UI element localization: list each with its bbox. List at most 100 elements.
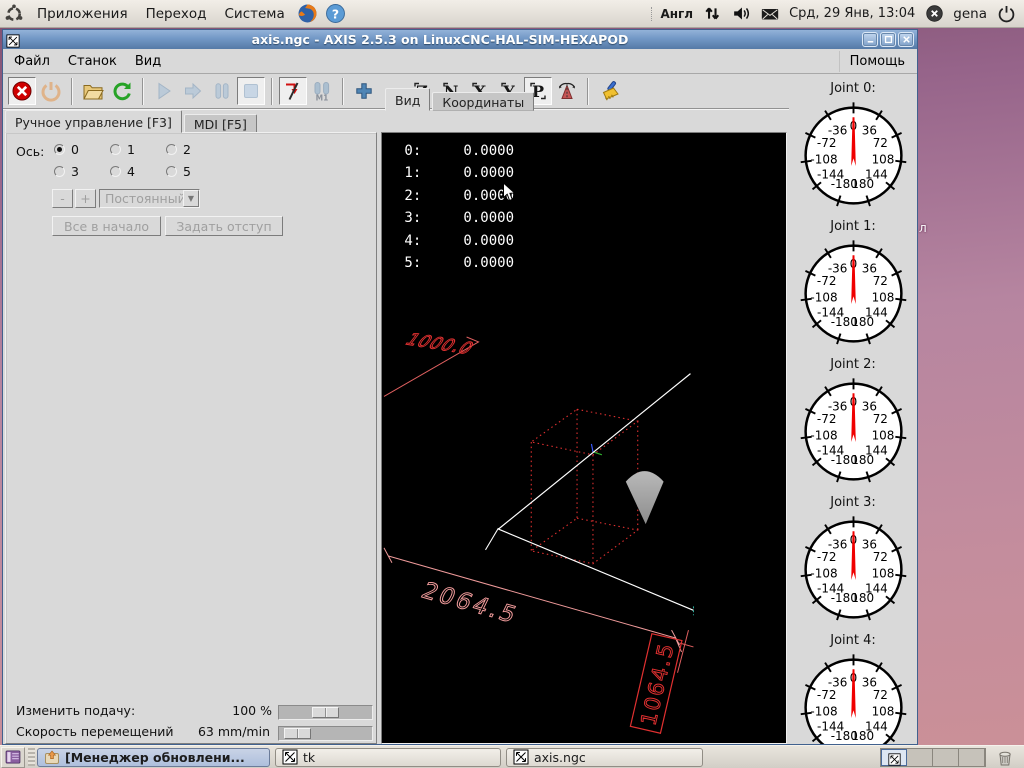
user-name[interactable]: gena <box>953 6 987 22</box>
dimension-upper-text: 1000.0 <box>401 330 479 358</box>
optional-pause-icon: M1 <box>311 80 333 102</box>
feed-override-slider-handle[interactable] <box>312 707 339 718</box>
minimize-button[interactable] <box>862 32 878 47</box>
axis-radio-circle-3[interactable] <box>54 166 65 177</box>
estop-icon <box>11 80 33 102</box>
joint-0-gauge: Joint 0: 03672108144180-36-72-108-144-180 <box>789 81 917 212</box>
tab-manual-control[interactable]: Ручное управление [F3] <box>5 110 182 133</box>
help-launcher-icon[interactable]: ? <box>325 3 347 25</box>
pause-program-button[interactable] <box>208 77 236 105</box>
mail-notification-icon[interactable] <box>760 4 780 24</box>
keyboard-layout-indicator[interactable]: Англ <box>651 7 693 21</box>
backplot-canvas[interactable]: 0: 0.0000 1: 0.0000 2: 0.0000 3: 0.0000 … <box>381 132 787 744</box>
tab-preview[interactable]: Вид <box>385 88 430 111</box>
tab-mdi[interactable]: MDI [F5] <box>184 114 257 133</box>
axis-radio-label-1: 1 <box>127 142 135 157</box>
menu-file[interactable]: Файл <box>5 51 59 72</box>
clock[interactable]: Срд, 29 Янв, 13:04 <box>789 6 915 21</box>
joint-1-gauge: Joint 1:03672108144180-36-72-108-144-180 <box>789 219 917 350</box>
skip-lines-button[interactable] <box>279 77 307 105</box>
step-program-icon <box>182 80 204 102</box>
stop-program-button[interactable] <box>237 77 265 105</box>
axis-radio-4[interactable]: 4 <box>110 164 166 179</box>
workspace-4[interactable] <box>959 749 985 766</box>
firefox-launcher-icon[interactable] <box>297 3 319 25</box>
taskbar-window-1[interactable]: tk <box>275 748 501 767</box>
reload-file-icon <box>111 80 133 102</box>
jog-minus-button[interactable]: - <box>52 189 73 208</box>
menu-view[interactable]: Вид <box>126 51 170 72</box>
svg-text:108: 108 <box>871 566 894 580</box>
menu-system[interactable]: Система <box>216 2 294 26</box>
workspace-switcher[interactable] <box>880 748 986 767</box>
axis-radio-2[interactable]: 2 <box>166 142 222 157</box>
clear-plot-button[interactable] <box>595 77 623 105</box>
workspace-1[interactable] <box>881 749 907 766</box>
svg-text:108: 108 <box>871 290 894 304</box>
axis-radio-circle-5[interactable] <box>166 166 177 177</box>
workspace-2[interactable] <box>907 749 933 766</box>
taskbar-drag-handle[interactable] <box>28 748 35 766</box>
machine-power-button[interactable] <box>37 77 65 105</box>
axis-radio-circle-0[interactable] <box>54 144 65 155</box>
axis-radio-3[interactable]: 3 <box>54 164 110 179</box>
menu-applications[interactable]: Приложения <box>28 2 137 26</box>
show-desktop-icon[interactable] <box>1 747 25 768</box>
axis-radio-0[interactable]: 0 <box>54 142 110 157</box>
desktop: л Приложения Переход Система ? Англ Срд,… <box>0 0 1024 768</box>
menu-help[interactable]: Помощь <box>839 51 915 72</box>
joint-dial: 03672108144180-36-72-108-144-180 <box>797 99 910 212</box>
taskbar-window-0[interactable]: [Менеджер обновлени... <box>37 748 270 767</box>
axis-radio-label-2: 2 <box>183 142 191 157</box>
zoom-in-icon <box>353 80 375 102</box>
svg-text:-180: -180 <box>830 453 857 467</box>
reload-file-button[interactable] <box>108 77 136 105</box>
axis-radio-circle-4[interactable] <box>110 166 121 177</box>
run-program-button[interactable] <box>150 77 178 105</box>
optional-pause-button[interactable]: M1 <box>308 77 336 105</box>
axis-radio-1[interactable]: 1 <box>110 142 166 157</box>
joint-0-label: Joint 0: <box>789 81 917 96</box>
menu-machine[interactable]: Станок <box>59 51 126 72</box>
joint-2-gauge: Joint 2:03672108144180-36-72-108-144-180 <box>789 357 917 488</box>
velocity-slider[interactable] <box>278 726 373 741</box>
toolbar-separator <box>71 78 73 105</box>
estop-button[interactable] <box>8 77 36 105</box>
maximize-button[interactable] <box>880 32 896 47</box>
feed-override-slider[interactable] <box>278 705 373 720</box>
tab-dro[interactable]: Координаты <box>432 92 534 111</box>
axis-radio-row-1: 0 1 2 <box>54 142 222 157</box>
touch-off-button[interactable]: Задать отступ <box>165 216 283 236</box>
home-all-button[interactable]: Все в начало <box>52 216 161 236</box>
close-button[interactable] <box>898 32 914 47</box>
workspace-3[interactable] <box>933 749 959 766</box>
axis-window: axis.ngc - AXIS 2.5.3 on LinuxCNC-HAL-SI… <box>2 29 918 745</box>
taskbar-window-2[interactable]: axis.ngc <box>506 748 703 767</box>
axis-radio-5[interactable]: 5 <box>166 164 222 179</box>
open-file-button[interactable] <box>79 77 107 105</box>
jog-plus-button[interactable]: + <box>75 189 96 208</box>
jog-mode-combobox[interactable]: Постоянный ▼ <box>99 189 200 208</box>
step-program-button[interactable] <box>179 77 207 105</box>
rotate-view-button[interactable] <box>553 77 581 105</box>
axis-radio-circle-1[interactable] <box>110 144 121 155</box>
rotate-view-icon <box>556 80 578 102</box>
dimension-upper: 1000.0 <box>384 330 479 396</box>
shutdown-icon[interactable] <box>996 4 1016 24</box>
velocity-slider-handle[interactable] <box>284 728 311 739</box>
trash-icon[interactable] <box>994 746 1018 768</box>
user-avatar-icon[interactable] <box>924 4 944 24</box>
svg-text:-180: -180 <box>830 729 857 743</box>
volume-icon[interactable] <box>731 4 751 24</box>
toolbar-separator <box>342 78 344 105</box>
layout-switcher-icon[interactable] <box>702 4 722 24</box>
distro-menu-icon[interactable] <box>3 3 25 25</box>
zoom-in-button[interactable] <box>350 77 378 105</box>
axis-radio-circle-2[interactable] <box>166 144 177 155</box>
combobox-arrow-icon[interactable]: ▼ <box>183 190 199 207</box>
svg-text:?: ? <box>332 6 339 21</box>
titlebar[interactable]: axis.ngc - AXIS 2.5.3 on LinuxCNC-HAL-SI… <box>3 30 917 49</box>
menu-places[interactable]: Переход <box>137 2 216 26</box>
velocity-value: 63 mm/min <box>198 724 270 739</box>
machine-power-icon <box>40 80 62 102</box>
